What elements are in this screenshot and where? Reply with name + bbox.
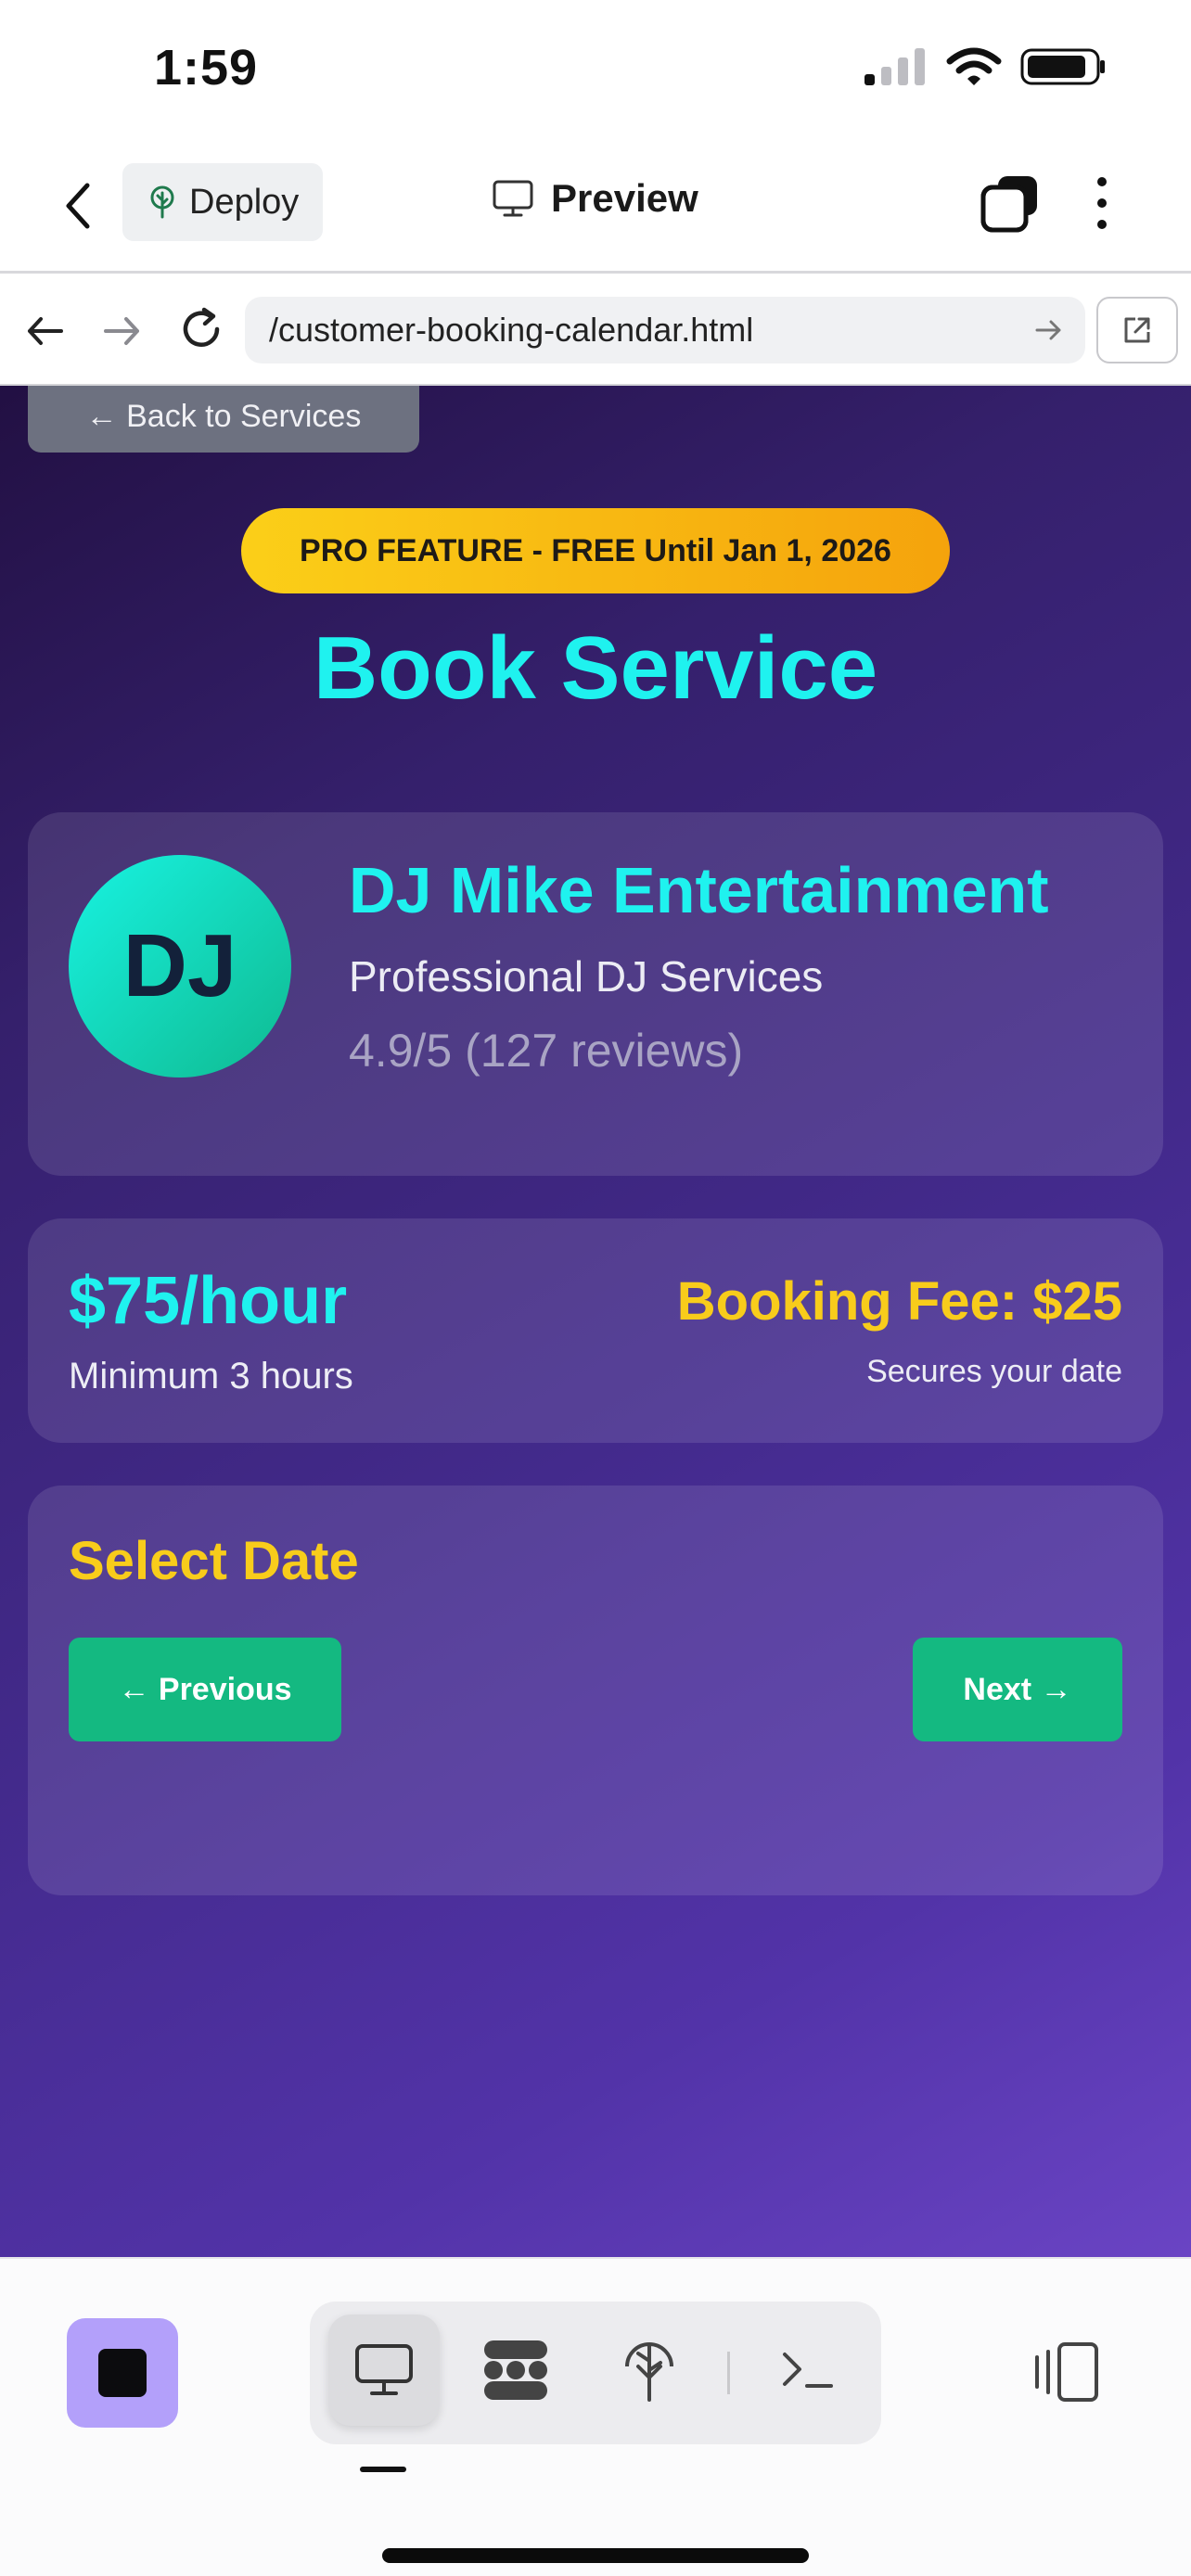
next-month-button[interactable]: Next →	[913, 1638, 1122, 1741]
booking-fee-note: Secures your date	[866, 1354, 1122, 1389]
hourly-rate: $75/hour	[69, 1264, 348, 1338]
provider-card: DJ DJ Mike Entertainment Professional DJ…	[28, 812, 1163, 1176]
terminal-icon	[783, 2353, 833, 2388]
active-tab-indicator	[360, 2467, 406, 2472]
open-external-button[interactable]	[1096, 297, 1178, 363]
stop-button[interactable]	[67, 2318, 178, 2428]
tool-terminal[interactable]	[751, 2315, 863, 2426]
tool-switcher	[310, 2302, 881, 2444]
panel-toggle-icon[interactable]	[1031, 2337, 1102, 2407]
provider-name: DJ Mike Entertainment	[349, 854, 1049, 926]
select-date-title: Select Date	[69, 1531, 359, 1591]
browser-url-bar: /customer-booking-calendar.html	[0, 276, 1191, 386]
date-select-card: Select Date ← Previous Next →	[28, 1486, 1163, 1895]
back-to-services-button[interactable]: ← Back to Services	[28, 386, 419, 453]
status-icons	[863, 46, 1108, 87]
wifi-icon	[946, 47, 1002, 85]
deploy-tree-icon	[150, 185, 174, 219]
pricing-card: $75/hour Minimum 3 hours Booking Fee: $2…	[28, 1218, 1163, 1443]
minimum-hours: Minimum 3 hours	[69, 1356, 353, 1396]
tabs-icon[interactable]	[980, 172, 1041, 234]
web-content: ← Back to Services PRO FEATURE - FREE Un…	[0, 386, 1191, 2257]
tool-preview[interactable]	[328, 2315, 440, 2426]
provider-rating: 4.9/5 (127 reviews)	[349, 1025, 744, 1077]
pro-feature-badge: PRO FEATURE - FREE Until Jan 1, 2026	[241, 508, 950, 593]
deploy-tree-icon	[625, 2342, 673, 2402]
external-link-icon	[1124, 317, 1150, 343]
tool-deploy[interactable]	[594, 2315, 705, 2426]
preview-title: Preview	[492, 176, 698, 221]
url-input[interactable]: /customer-booking-calendar.html	[245, 297, 1085, 363]
toolbar-divider	[727, 2352, 730, 2394]
avatar: DJ	[69, 855, 291, 1078]
dots-grid-icon	[484, 2340, 547, 2400]
monitor-icon	[493, 180, 533, 217]
status-time: 1:59	[154, 40, 259, 96]
deploy-label: Deploy	[189, 182, 300, 222]
page-title: Book Service	[313, 618, 878, 718]
more-vertical-icon[interactable]	[1091, 172, 1113, 234]
battery-icon	[1020, 48, 1105, 85]
bottom-toolbar	[0, 2257, 1191, 2576]
deploy-button[interactable]: Deploy	[122, 163, 323, 241]
app-header: Deploy Preview	[0, 139, 1191, 274]
preview-label: Preview	[551, 176, 698, 220]
back-chevron-icon[interactable]	[56, 178, 102, 234]
status-bar: 1:59	[0, 0, 1191, 139]
stop-icon	[98, 2349, 147, 2397]
monitor-icon	[355, 2344, 413, 2395]
tool-workspace[interactable]	[460, 2315, 571, 2426]
provider-description: Professional DJ Services	[349, 952, 824, 1001]
home-indicator	[382, 2548, 809, 2563]
browser-back-icon[interactable]	[24, 310, 67, 352]
url-text: /customer-booking-calendar.html	[269, 311, 754, 349]
cellular-signal-icon	[864, 48, 925, 85]
reload-icon[interactable]	[176, 304, 226, 354]
browser-forward-icon[interactable]	[100, 310, 143, 352]
booking-fee: Booking Fee: $25	[676, 1271, 1122, 1332]
previous-month-button[interactable]: ← Previous	[69, 1638, 341, 1741]
go-arrow-icon[interactable]	[1031, 313, 1065, 347]
